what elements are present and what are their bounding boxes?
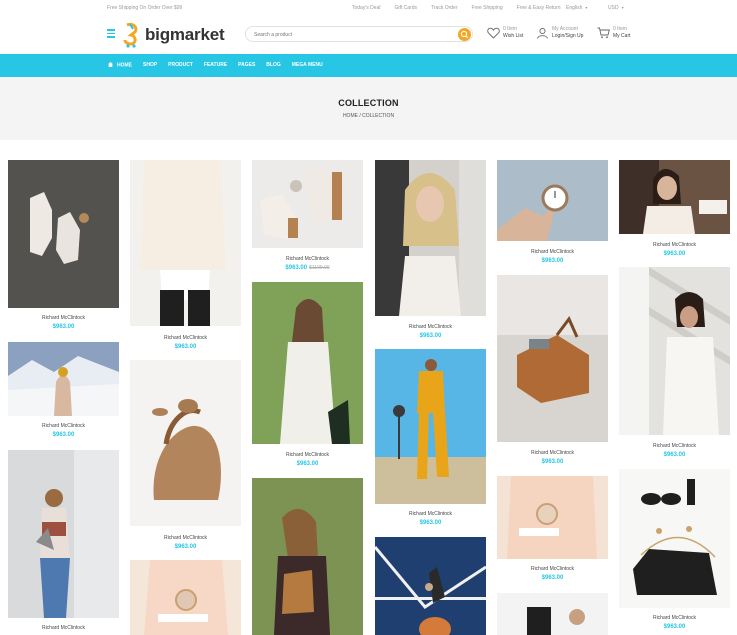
product-image[interactable] [130, 160, 241, 326]
product-name[interactable]: Richard McClintock [130, 335, 241, 341]
chevron-down-icon: ▾ [621, 5, 624, 10]
product-name[interactable]: Richard McClintock [252, 452, 363, 458]
product-image[interactable] [375, 537, 486, 635]
promo-text: Free Shipping On Order Over $99 [107, 5, 183, 11]
site-header: bigmarket 0 Item Wish List My Account Lo… [0, 18, 737, 54]
cart-count: 0 Item [613, 26, 627, 32]
page-title-band: COLLECTION HOME / COLLECTION [0, 77, 737, 140]
nav-label: HOME [117, 62, 132, 69]
product-name[interactable]: Richard McClintock [497, 249, 608, 255]
product-image[interactable] [375, 160, 486, 316]
product-image[interactable] [497, 476, 608, 559]
nav-item-mega-menu[interactable]: MEGA MENU [292, 62, 323, 69]
nav-item-shop[interactable]: SHOP [143, 62, 157, 69]
product-image[interactable] [8, 160, 119, 308]
product-image[interactable] [252, 478, 363, 635]
product-image[interactable] [130, 360, 241, 526]
search-input[interactable] [254, 30, 444, 39]
product-name[interactable]: Richard McClintock [619, 615, 730, 621]
product-image[interactable] [619, 160, 730, 234]
product-image[interactable] [252, 160, 363, 248]
nav-item-blog[interactable]: BLOG [266, 62, 280, 69]
cart-label: My Cart [613, 33, 631, 39]
product-image[interactable] [252, 282, 363, 444]
top-links: Today's Deal Gift Cards Track Order Free… [352, 5, 561, 11]
product-name[interactable]: Richard McClintock [497, 566, 608, 572]
logo-icon[interactable] [121, 22, 141, 48]
product-price: $963.00 [419, 333, 442, 339]
product-name[interactable]: Richard McClintock [375, 324, 486, 330]
product-price: $963.00 [663, 251, 686, 257]
product-image[interactable] [619, 267, 730, 435]
wishlist-label: Wish List [503, 33, 524, 39]
top-link-free-shipping[interactable]: Free Shipping [471, 5, 502, 11]
product-price: $963.00 [52, 432, 75, 438]
nav-item-feature[interactable]: FEATURE [204, 62, 227, 69]
language-value: English [566, 5, 583, 11]
product-name[interactable]: Richard McClintock [252, 256, 363, 262]
product-grid: Richard McClintock $963.00 Richard McCli… [0, 160, 737, 635]
product-name[interactable]: Richard McClintock [130, 535, 241, 541]
currency-value: USD [608, 5, 619, 11]
product-name[interactable]: Richard McClintock [8, 625, 119, 631]
top-link-track-order[interactable]: Track Order [431, 5, 457, 11]
wishlist-link[interactable]: 0 Item Wish List [487, 26, 537, 44]
user-icon [537, 27, 548, 39]
product-image[interactable] [375, 349, 486, 504]
product-name[interactable]: Richard McClintock [497, 450, 608, 456]
chevron-down-icon: ▾ [585, 5, 588, 10]
nav-item-pages[interactable]: PAGES [238, 62, 255, 69]
price-current: $963.00 [285, 265, 308, 271]
account-link[interactable]: My Account Login/Sign Up [536, 26, 591, 44]
nav-item-home[interactable]: HOME [108, 62, 132, 69]
product-name[interactable]: Richard McClintock [8, 423, 119, 429]
product-image[interactable] [8, 342, 119, 416]
product-name[interactable]: Richard McClintock [619, 242, 730, 248]
product-price: $963.00 [541, 459, 564, 465]
logo-text[interactable]: bigmarket [145, 25, 225, 45]
product-image[interactable] [130, 560, 241, 635]
product-name[interactable]: Richard McClintock [375, 511, 486, 517]
product-price: $963.00 [419, 520, 442, 526]
search-icon [460, 30, 469, 39]
nav-item-product[interactable]: PRODUCT [168, 62, 193, 69]
heart-icon [487, 27, 500, 39]
product-price: $963.00 $1199.00 [252, 265, 363, 271]
account-label: My Account [552, 26, 578, 32]
search-bar [245, 26, 473, 42]
product-name[interactable]: Richard McClintock [619, 443, 730, 449]
currency-select[interactable]: USD ▾ [608, 5, 624, 11]
top-link-free-return[interactable]: Free & Easy Return [517, 5, 561, 11]
price-old: $1199.00 [309, 265, 330, 271]
breadcrumb[interactable]: HOME / COLLECTION [0, 113, 737, 119]
product-price: $963.00 [296, 461, 319, 467]
product-image[interactable] [619, 469, 730, 608]
product-name[interactable]: Richard McClintock [8, 315, 119, 321]
language-select[interactable]: English ▾ [566, 5, 587, 11]
product-price: $963.00 [52, 324, 75, 330]
wishlist-count: 0 Item [503, 26, 517, 32]
top-link-todays-deal[interactable]: Today's Deal [352, 5, 380, 11]
search-button[interactable] [458, 28, 471, 41]
product-image[interactable] [497, 160, 608, 241]
main-nav: HOME SHOP PRODUCT FEATURE PAGES BLOG MEG… [0, 54, 737, 77]
top-bar: Free Shipping On Order Over $99 Today's … [0, 0, 737, 18]
product-image[interactable] [497, 275, 608, 442]
page-title: COLLECTION [338, 98, 399, 108]
product-price: $963.00 [663, 624, 686, 630]
product-image[interactable] [497, 593, 608, 635]
product-price: $963.00 [174, 544, 197, 550]
account-action: Login/Sign Up [552, 33, 584, 39]
top-link-gift-cards[interactable]: Gift Cards [394, 5, 417, 11]
cart-icon [597, 27, 610, 39]
cart-link[interactable]: 0 Item My Cart [597, 26, 642, 44]
product-price: $963.00 [541, 258, 564, 264]
product-price: $963.00 [663, 452, 686, 458]
home-icon [108, 62, 113, 67]
hamburger-menu-icon[interactable] [107, 29, 115, 38]
product-image[interactable] [8, 450, 119, 618]
product-price: $963.00 [541, 575, 564, 581]
product-price: $963.00 [174, 344, 197, 350]
